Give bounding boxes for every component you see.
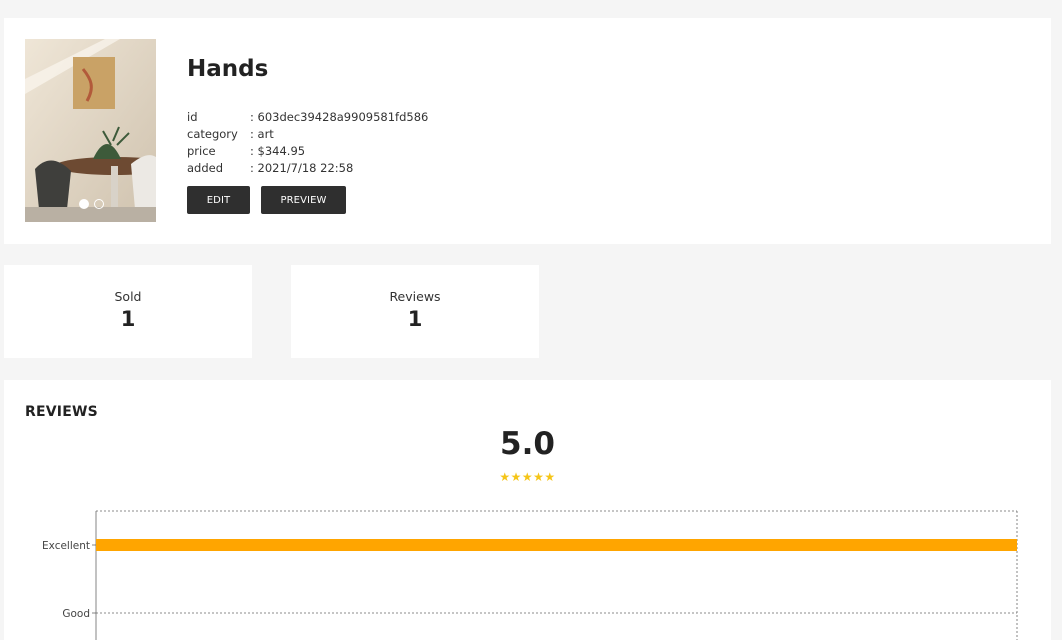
product-photo — [25, 39, 156, 222]
detail-row-category: category : art — [187, 126, 428, 143]
detail-key: price — [187, 144, 216, 158]
product-details: id : 603dec39428a9909581fd586 category :… — [187, 109, 428, 177]
detail-row-price: price : $344.95 — [187, 143, 428, 160]
detail-row-id: id : 603dec39428a9909581fd586 — [187, 109, 428, 126]
carousel-dot[interactable] — [94, 199, 104, 209]
detail-value: : $344.95 — [250, 144, 306, 158]
detail-key: added — [187, 161, 224, 175]
detail-value: : 603dec39428a9909581fd586 — [250, 110, 429, 124]
reviews-count-label: Reviews — [389, 289, 441, 304]
chart-tick-label: Good — [62, 608, 90, 620]
detail-row-added: added : 2021/7/18 22:58 — [187, 160, 428, 177]
sold-label: Sold — [114, 289, 142, 304]
carousel-dot[interactable] — [79, 199, 89, 209]
reviews-card: REVIEWS 5.0 ★★★★★ Excellent Good — [4, 380, 1051, 640]
chart-tick-label: Excellent — [42, 540, 90, 552]
reviews-count-value: 1 — [407, 307, 423, 331]
sold-stat-card: Sold 1 — [4, 265, 252, 358]
rating-distribution-chart: Excellent Good — [42, 510, 1018, 640]
detail-value: : art — [250, 127, 274, 141]
product-image[interactable] — [25, 39, 156, 222]
carousel-dots — [79, 199, 104, 209]
sold-value: 1 — [120, 307, 136, 331]
chart-bar — [96, 539, 1017, 551]
product-card: Hands id : 603dec39428a9909581fd586 cate… — [4, 18, 1051, 244]
detail-key: category — [187, 127, 238, 141]
detail-key: id — [187, 110, 198, 124]
detail-value: : 2021/7/18 22:58 — [250, 161, 354, 175]
edit-button[interactable]: EDIT — [187, 186, 250, 214]
product-title: Hands — [187, 56, 269, 82]
reviews-stat-card: Reviews 1 — [291, 265, 539, 358]
preview-button[interactable]: PREVIEW — [261, 186, 346, 214]
